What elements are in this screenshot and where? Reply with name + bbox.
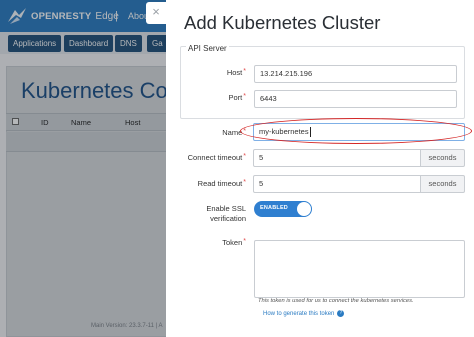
connect-timeout-label-text: Connect timeout xyxy=(187,153,243,162)
ssl-toggle-label: ENABLED xyxy=(260,205,288,211)
api-server-legend: API Server xyxy=(186,44,229,53)
token-label-text: Token xyxy=(222,238,243,247)
ssl-label-line2: verification xyxy=(210,214,246,223)
token-help-text: This token is used for us to connect the… xyxy=(258,298,414,304)
close-icon[interactable]: × xyxy=(146,2,166,24)
ssl-verification-toggle[interactable]: ENABLED xyxy=(254,201,312,217)
token-help-link[interactable]: How to generate this token? xyxy=(263,310,345,317)
host-label-text: Host xyxy=(226,68,243,77)
question-circle-icon[interactable]: ? xyxy=(337,310,345,317)
required-mark: * xyxy=(243,238,246,245)
read-timeout-input[interactable]: 5 xyxy=(253,175,421,193)
host-input[interactable]: 13.214.215.196 xyxy=(254,65,457,83)
required-mark: * xyxy=(243,93,246,100)
port-label: Port* xyxy=(229,93,247,102)
ssl-label: Enable SSL verification xyxy=(206,204,246,224)
read-timeout-unit: seconds xyxy=(421,175,465,193)
connect-timeout-unit: seconds xyxy=(421,149,465,167)
connect-timeout-label: Connect timeout* xyxy=(188,153,246,162)
required-mark: * xyxy=(243,68,246,75)
host-label: Host* xyxy=(227,68,246,77)
token-help-link-text[interactable]: How to generate this token xyxy=(263,311,334,317)
read-timeout-label-text: Read timeout xyxy=(197,179,243,188)
required-mark: * xyxy=(243,179,246,186)
port-input[interactable]: 6443 xyxy=(254,90,457,108)
read-timeout-label: Read timeout* xyxy=(198,179,246,188)
name-field-highlight xyxy=(240,118,472,144)
required-mark: * xyxy=(243,153,246,160)
ssl-label-line1: Enable SSL xyxy=(206,204,246,213)
token-textarea[interactable] xyxy=(254,240,465,298)
token-label: Token* xyxy=(222,238,246,247)
toggle-knob[interactable] xyxy=(297,202,311,216)
modal-title: Add Kubernetes Cluster xyxy=(184,12,381,33)
port-label-text: Port xyxy=(228,93,243,102)
connect-timeout-input[interactable]: 5 xyxy=(253,149,421,167)
